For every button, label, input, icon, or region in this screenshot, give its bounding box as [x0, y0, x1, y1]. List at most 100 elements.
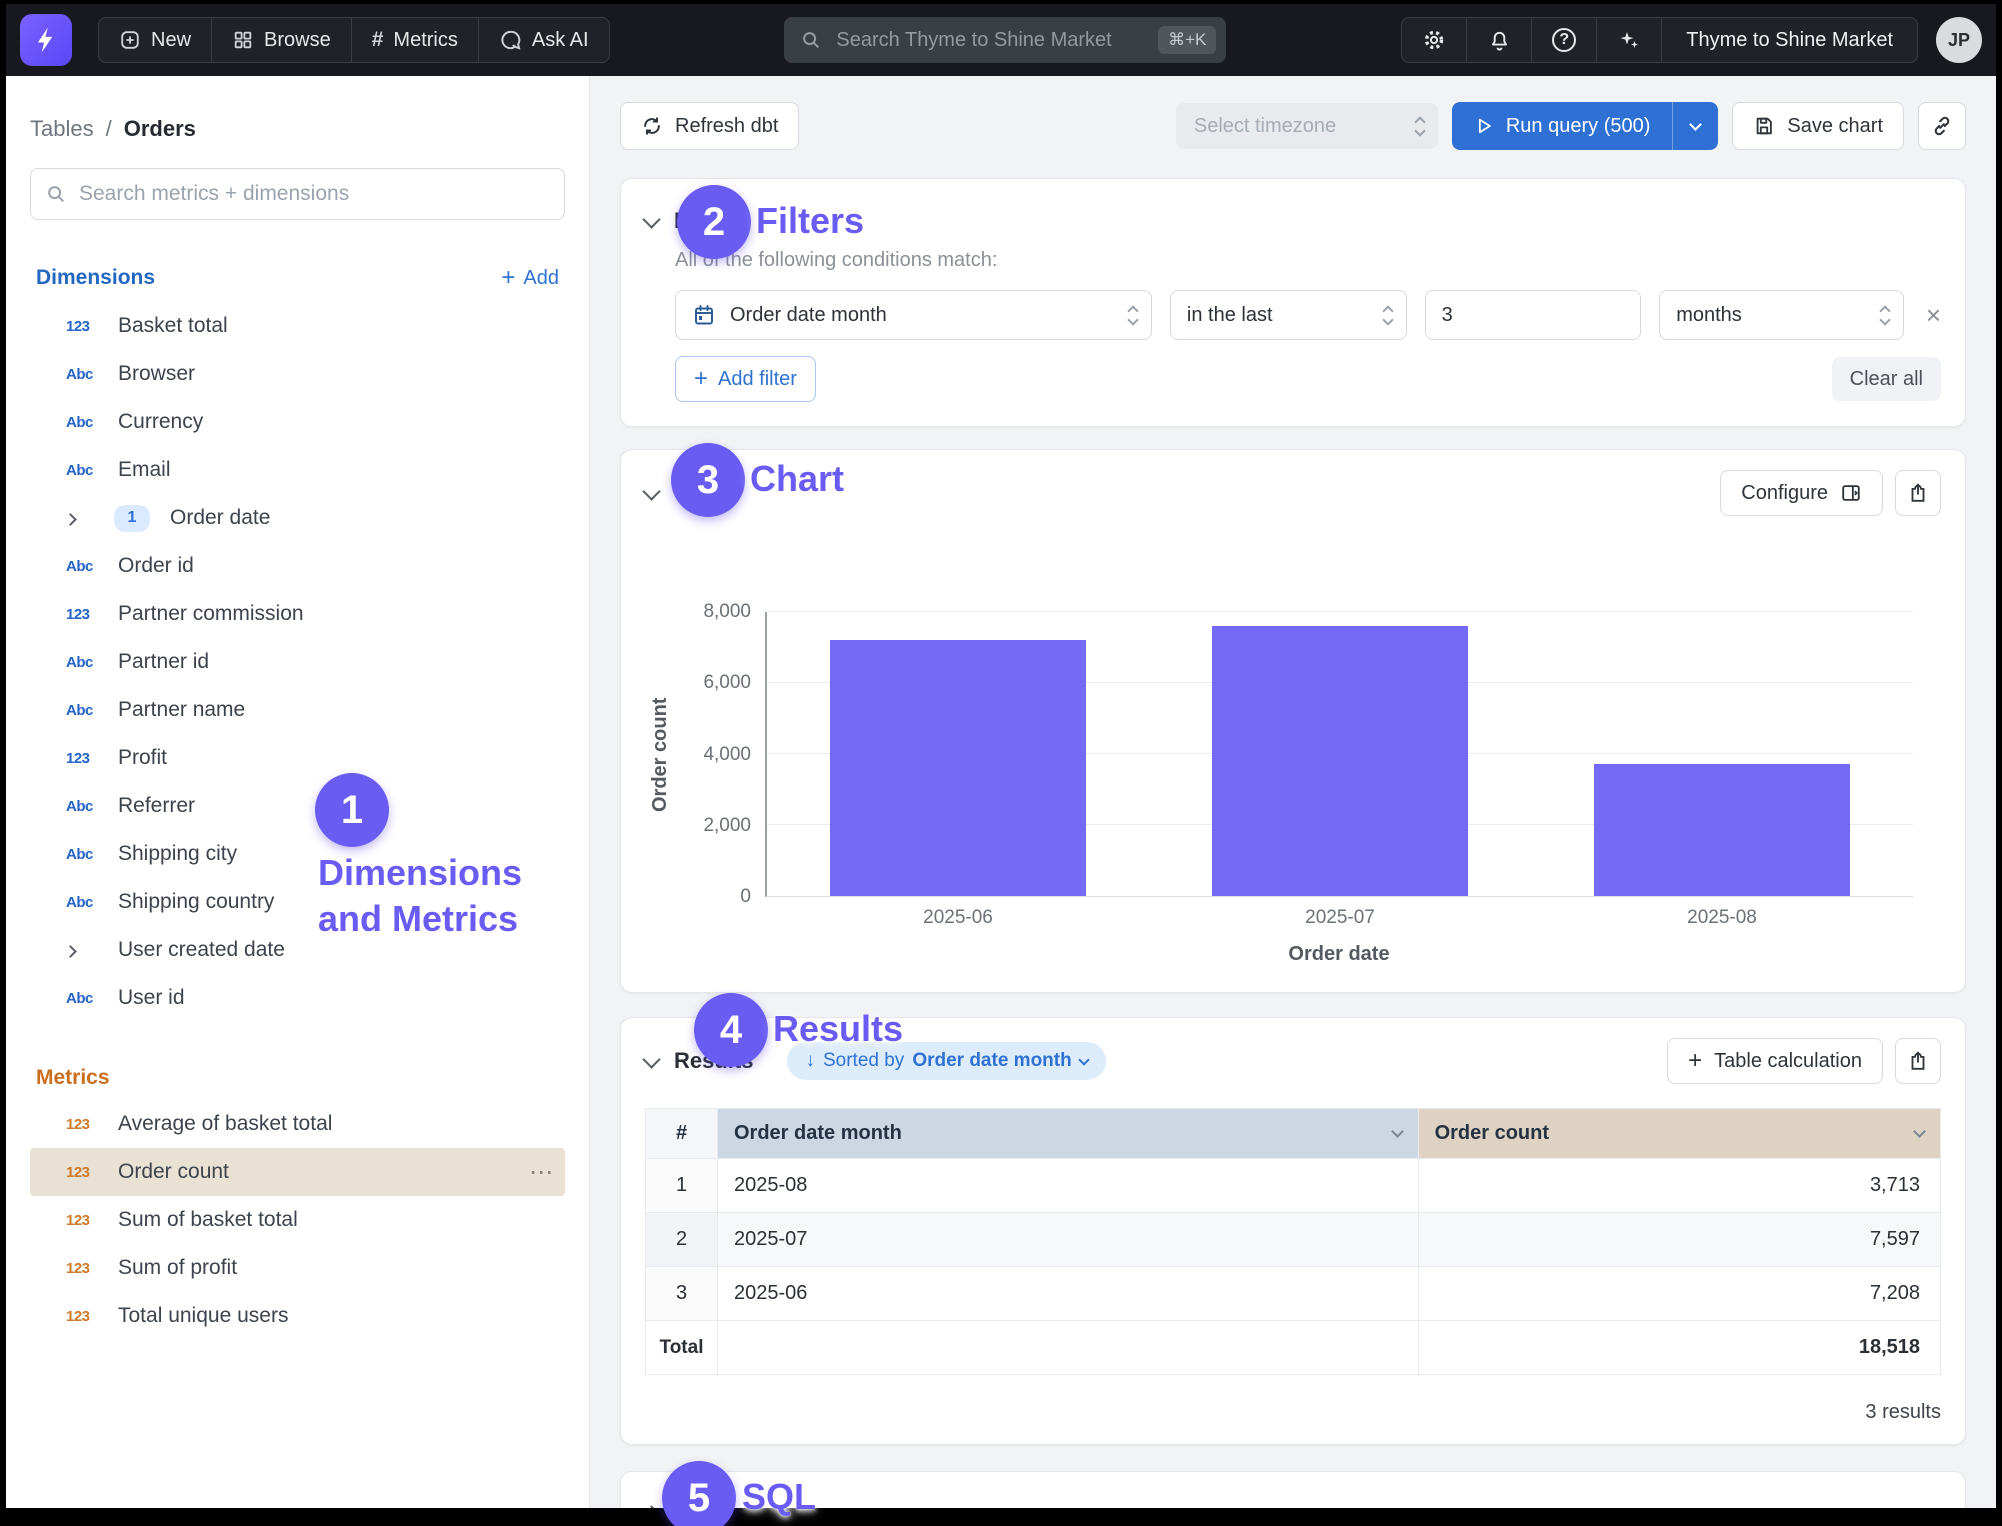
settings-button[interactable]: [1401, 17, 1467, 63]
user-avatar[interactable]: JP: [1936, 17, 1982, 63]
sidebar-item-total-unique-users[interactable]: 123Total unique users: [30, 1292, 565, 1340]
nav-label: Metrics: [393, 29, 457, 52]
sidebar-item-profit[interactable]: 123Profit: [30, 734, 565, 782]
item-label: Average of basket total: [118, 1112, 332, 1136]
browse-button[interactable]: Browse: [211, 17, 352, 63]
sidebar-item-partner-commission[interactable]: 123Partner commission: [30, 590, 565, 638]
sidebar-item-order-id[interactable]: AbcOrder id: [30, 542, 565, 590]
configure-button[interactable]: Configure: [1720, 470, 1883, 516]
sorted-by-pill[interactable]: ↓ Sorted by Order date month: [787, 1042, 1105, 1080]
collapse-chevron-icon[interactable]: [642, 482, 660, 500]
metrics-button[interactable]: # Metrics: [351, 17, 479, 63]
breadcrumb-tables[interactable]: Tables: [30, 116, 94, 142]
timezone-select[interactable]: Select timezone: [1176, 103, 1438, 149]
project-switcher[interactable]: Thyme to Shine Market: [1661, 17, 1918, 63]
save-icon: [1753, 115, 1775, 137]
bar-2025-07[interactable]: [1212, 626, 1468, 896]
global-search-input[interactable]: Search Thyme to Shine Market ⌘+K: [784, 17, 1226, 63]
caret-updown-icon: [1881, 307, 1889, 324]
item-label: Partner commission: [118, 602, 304, 626]
collapse-chevron-icon[interactable]: [642, 1050, 660, 1068]
ai-sparkles-button[interactable]: [1596, 17, 1662, 63]
add-filter-button[interactable]: + Add filter: [675, 356, 816, 402]
filter-field-select[interactable]: Order date month: [675, 290, 1152, 340]
sql-title: SQL: [674, 1501, 719, 1508]
chart-plot-area: Order count 02,0004,0006,0008,000: [649, 612, 1913, 897]
export-results-button[interactable]: [1895, 1038, 1941, 1084]
table-calculation-button[interactable]: + Table calculation: [1667, 1038, 1883, 1084]
ellipsis-menu-icon[interactable]: ⋯: [529, 1158, 555, 1187]
notifications-button[interactable]: [1466, 17, 1532, 63]
chevron-right-icon[interactable]: [66, 938, 118, 962]
shortcut-badge: ⌘+K: [1158, 26, 1216, 54]
metrics-header: Metrics: [36, 1066, 559, 1090]
sidebar-item-shipping-city[interactable]: AbcShipping city: [30, 830, 565, 878]
bar-2025-06[interactable]: [830, 640, 1086, 896]
sidebar-item-user-created-date[interactable]: User created date: [30, 926, 565, 974]
sidebar-item-browser[interactable]: AbcBrowser: [30, 350, 565, 398]
sidebar-item-user-id[interactable]: AbcUser id: [30, 974, 565, 1022]
total-label: Total: [646, 1321, 718, 1375]
header-row-number[interactable]: #: [646, 1109, 718, 1159]
save-chart-label: Save chart: [1787, 115, 1883, 138]
chart-xlabels: 2025-062025-072025-08: [767, 907, 1913, 929]
sidebar-item-referrer[interactable]: AbcReferrer: [30, 782, 565, 830]
item-label: Order date: [170, 506, 270, 530]
sidebar-item-order-date[interactable]: 1 Order date: [30, 494, 565, 542]
toolbar-right: Select timezone Run query (500): [1176, 102, 1966, 150]
help-button[interactable]: ?: [1531, 17, 1597, 63]
link-icon: [1931, 115, 1953, 137]
app-root: New Browse # Metrics Ask AI Search Thyme…: [0, 0, 2002, 1526]
sidebar-item-sum-of-basket-total[interactable]: 123Sum of basket total: [30, 1196, 565, 1244]
clear-all-button[interactable]: Clear all: [1832, 357, 1941, 401]
save-chart-button[interactable]: Save chart: [1732, 102, 1904, 150]
sorted-by-prefix: Sorted by: [823, 1050, 904, 1072]
sidebar-search-input[interactable]: [79, 182, 550, 206]
export-chart-button[interactable]: [1895, 470, 1941, 516]
run-query-group: Run query (500): [1452, 102, 1719, 150]
chevron-right-icon[interactable]: [66, 506, 118, 530]
results-table: # Order date month Order count 1 2025-08: [645, 1108, 1941, 1375]
collapse-chevron-icon[interactable]: [642, 210, 660, 228]
table-row[interactable]: 2 2025-07 7,597: [646, 1213, 1941, 1267]
item-label: Shipping city: [118, 842, 237, 866]
table-row[interactable]: 3 2025-06 7,208: [646, 1267, 1941, 1321]
item-label: Browser: [118, 362, 195, 386]
filter-conditions-text: All of the following conditions match:: [675, 249, 1941, 272]
run-query-button[interactable]: Run query (500): [1452, 102, 1673, 150]
string-type-icon: Abc: [66, 558, 118, 575]
add-dimension-button[interactable]: + Add: [501, 264, 559, 292]
cell-row-number: 2: [646, 1213, 718, 1267]
sidebar-item-sum-of-profit[interactable]: 123Sum of profit: [30, 1244, 565, 1292]
sidebar-item-order-count[interactable]: 123 Order count ⋯: [30, 1148, 565, 1196]
new-button[interactable]: New: [98, 17, 212, 63]
sidebar-item-partner-name[interactable]: AbcPartner name: [30, 686, 565, 734]
sidebar-item-basket-total[interactable]: 123Basket total: [30, 302, 565, 350]
run-query-dropdown-button[interactable]: [1672, 102, 1718, 150]
header-order-count[interactable]: Order count: [1418, 1109, 1940, 1159]
sidebar-item-currency[interactable]: AbcCurrency: [30, 398, 565, 446]
filter-value-input[interactable]: [1426, 291, 1642, 339]
sidebar-item-email[interactable]: AbcEmail: [30, 446, 565, 494]
sql-section: SQL: [620, 1471, 1966, 1508]
header-order-date-month[interactable]: Order date month: [718, 1109, 1419, 1159]
filter-unit-select[interactable]: months: [1659, 290, 1904, 340]
refresh-dbt-button[interactable]: Refresh dbt: [620, 102, 799, 150]
remove-filter-button[interactable]: ×: [1926, 300, 1941, 331]
share-link-button[interactable]: [1918, 102, 1966, 150]
sidebar-search[interactable]: [30, 168, 565, 220]
nav-label: New: [151, 29, 191, 52]
app-logo[interactable]: [20, 14, 72, 66]
share-export-icon: [1907, 1050, 1929, 1072]
ask-ai-button[interactable]: Ask AI: [478, 17, 610, 63]
sidebar-item-shipping-country[interactable]: AbcShipping country: [30, 878, 565, 926]
table-row[interactable]: 1 2025-08 3,713: [646, 1159, 1941, 1213]
filter-operator-select[interactable]: in the last: [1170, 290, 1407, 340]
sidebar-item-partner-id[interactable]: AbcPartner id: [30, 638, 565, 686]
item-label: User created date: [118, 938, 285, 962]
number-type-icon: 123: [66, 606, 118, 623]
nav-label: Browse: [264, 29, 331, 52]
bar-2025-08[interactable]: [1594, 764, 1850, 896]
expand-chevron-icon[interactable]: [642, 1505, 660, 1508]
sidebar-item-average-of-basket-total[interactable]: 123Average of basket total: [30, 1100, 565, 1148]
